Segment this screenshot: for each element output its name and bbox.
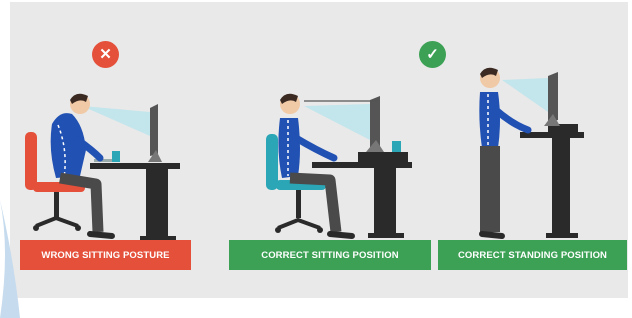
wrong-sightline <box>82 106 150 136</box>
standing-legs <box>480 146 500 232</box>
wrong-x-icon: ✕ <box>92 41 119 68</box>
sitting-sightline <box>304 104 370 140</box>
standing-sightline <box>502 78 548 112</box>
wrong-monitor <box>150 104 158 156</box>
wrong-desk-top <box>90 163 180 169</box>
wrong-mug <box>112 151 120 162</box>
standing-torso <box>479 92 500 148</box>
posture-infographic: ✕ ✓ WRONG SITTING POSTURE CORRECT SITTIN… <box>0 0 632 318</box>
wrong-x-glyph: ✕ <box>99 46 112 63</box>
correct-check-glyph: ✓ <box>426 46 439 63</box>
wrong-posture-label: WRONG SITTING POSTURE <box>20 240 191 270</box>
sitting-chair-back <box>266 134 278 190</box>
correct-sitting-scene <box>266 93 412 239</box>
correct-standing-scene <box>479 67 584 239</box>
correct-sitting-label: CORRECT SITTING POSITION <box>229 240 431 270</box>
sitting-mug <box>392 141 401 152</box>
correct-check-icon: ✓ <box>419 41 446 68</box>
wrong-chair-back <box>25 132 37 190</box>
wrong-posture-scene <box>25 93 180 241</box>
sitting-torso <box>278 118 300 178</box>
sitting-monitor <box>370 96 380 148</box>
sitting-desk-top <box>312 162 412 168</box>
correct-standing-label: CORRECT STANDING POSITION <box>438 240 627 270</box>
